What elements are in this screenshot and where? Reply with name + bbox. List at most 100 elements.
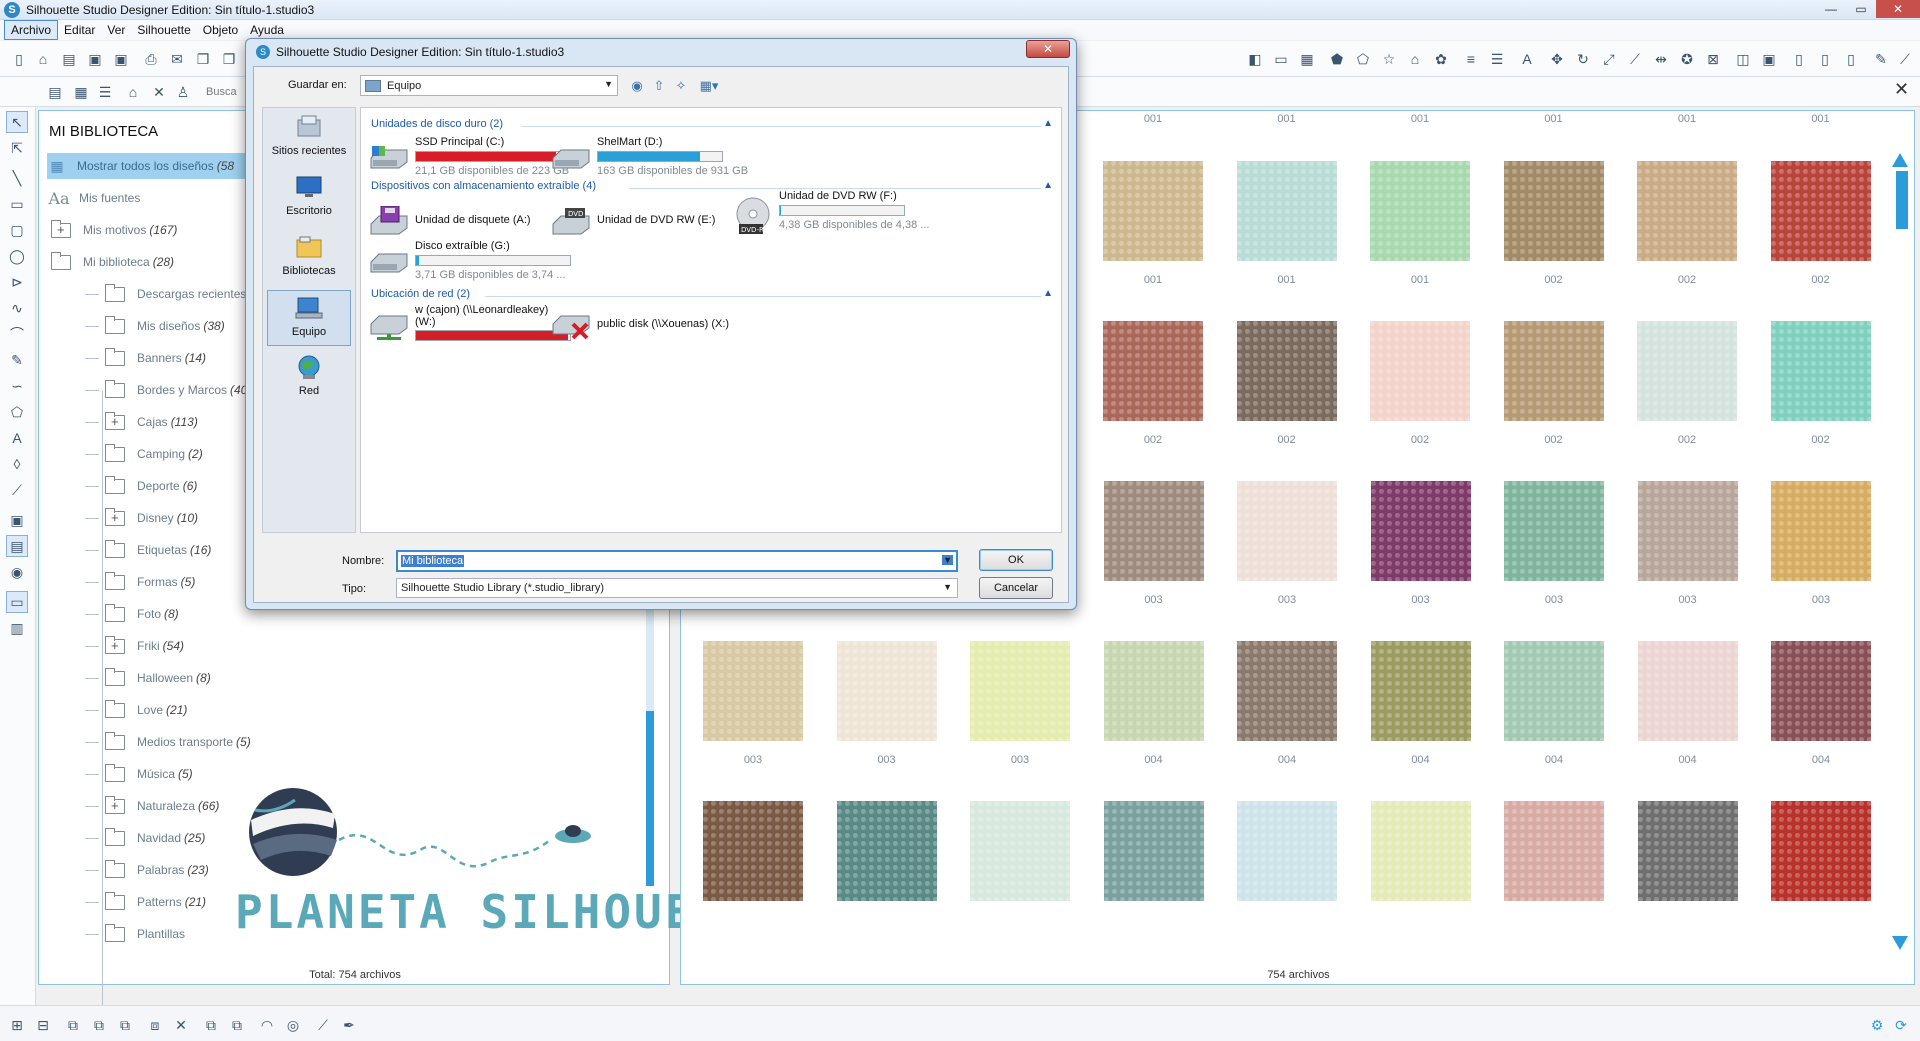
place-desktop[interactable]: Escritorio [267, 170, 351, 226]
send-icon[interactable]: ✉ [166, 48, 188, 70]
library-item[interactable]: Mi biblioteca (28) [51, 249, 174, 275]
send-back-icon[interactable]: ⧉ [226, 1014, 248, 1036]
menu-ayuda[interactable]: Ayuda [244, 21, 290, 39]
library-item[interactable]: Aa Mis fuentes [48, 185, 143, 211]
place-computer[interactable]: Equipo [267, 290, 351, 346]
line-tool-icon[interactable]: ╲ [6, 167, 28, 189]
library-item[interactable]: Naturaleza(66) [85, 793, 219, 819]
ok-button[interactable]: OK [979, 549, 1053, 571]
gear-icon[interactable]: ⚙ [1866, 1014, 1888, 1036]
open-folder-icon[interactable]: ⌂ [32, 48, 54, 70]
release-compound-icon[interactable]: ⧉ [88, 1014, 110, 1036]
design-thumbnail[interactable] [1503, 321, 1604, 421]
save-in-dropdown[interactable]: Equipo ▼ [360, 75, 618, 96]
new-folder-icon[interactable]: ⌂ [122, 81, 144, 103]
eraser-icon[interactable]: ◧ [1244, 48, 1266, 70]
send-to-silhouette-icon[interactable]: ▯ [1788, 48, 1810, 70]
design-thumbnail[interactable] [1771, 801, 1871, 901]
sketch-icon[interactable]: ✎ [1870, 48, 1892, 70]
brush-icon[interactable]: ⟋ [1894, 48, 1916, 70]
rectangle-tool-icon[interactable]: ▭ [6, 193, 28, 215]
target-icon[interactable]: ◎ [282, 1014, 304, 1036]
design-thumbnail[interactable] [1771, 481, 1871, 581]
drive-x[interactable]: public disk (\\Xouenas) (X:) [551, 304, 791, 350]
weld-icon[interactable]: ⧉ [114, 1014, 136, 1036]
design-thumbnail[interactable] [1370, 481, 1471, 581]
scroll-up-icon[interactable] [1892, 153, 1908, 167]
drive-c[interactable]: SSD Principal (C:) 21,1 GB disponibles d… [369, 136, 571, 182]
cut-settings-icon[interactable]: ▯ [1814, 48, 1836, 70]
eraser-tool-icon[interactable]: ◊ [6, 453, 28, 475]
menu-ver[interactable]: Ver [101, 21, 131, 39]
menu-silhouette[interactable]: Silhouette [131, 21, 196, 39]
design-thumbnail[interactable] [1637, 641, 1738, 741]
library-item[interactable]: Patterns (21) [85, 889, 206, 915]
new-folder-icon[interactable]: ✧ [672, 77, 690, 95]
view-list-icon[interactable]: ☰ [94, 81, 116, 103]
copy-icon[interactable]: ❐ [192, 48, 214, 70]
library-item[interactable]: Etiquetas (16) [85, 537, 211, 563]
view-menu-icon[interactable]: ▦▾ [696, 77, 722, 95]
group-header-network[interactable]: Ubicación de red (2) [371, 288, 470, 300]
pen-icon[interactable]: ✒ [338, 1014, 360, 1036]
drive-w[interactable]: w (cajon) (\\Leonardleakey) (W:) [369, 304, 571, 356]
offset-tool-icon[interactable]: ◠ [256, 1014, 278, 1036]
design-thumbnail[interactable] [1236, 321, 1337, 421]
collapse-icon[interactable]: ▲ [1043, 180, 1053, 191]
cancel-button[interactable]: Cancelar [979, 577, 1053, 599]
library-item[interactable]: Navidad (25) [85, 825, 205, 851]
subtract-icon[interactable]: ⧈ [144, 1014, 166, 1036]
smooth-tool-icon[interactable]: ∽ [6, 375, 28, 397]
grid-scrollbar-thumb[interactable] [1896, 171, 1908, 229]
gradient-icon[interactable]: ⬠ [1352, 48, 1374, 70]
back-icon[interactable]: ◉ [628, 77, 646, 95]
freehand-tool-icon[interactable]: ✎ [6, 349, 28, 371]
library-item[interactable]: Foto (8) [85, 601, 179, 627]
library-tool-icon[interactable]: ▤ [6, 535, 28, 557]
print-icon[interactable]: ⎙ [140, 48, 162, 70]
library-item[interactable]: Friki(54) [85, 633, 184, 659]
library-list-icon[interactable]: ▤ [44, 81, 66, 103]
view-large-icon[interactable]: ▦ [70, 81, 92, 103]
design-thumbnail[interactable] [1770, 161, 1871, 261]
design-thumbnail[interactable] [836, 801, 937, 901]
up-folder-icon[interactable]: ⇧ [650, 77, 668, 95]
design-thumbnail[interactable] [1237, 481, 1337, 581]
mirror-icon[interactable]: ⇹ [1650, 48, 1672, 70]
page-icon[interactable]: ▭ [1270, 48, 1292, 70]
crop-icon[interactable]: ✕ [170, 1014, 192, 1036]
design-thumbnail[interactable] [1370, 801, 1471, 901]
replicate-icon[interactable]: ☰ [1486, 48, 1508, 70]
save-as-icon[interactable]: ▣ [110, 48, 132, 70]
close-icon[interactable]: ✕ [1876, 0, 1920, 18]
scroll-down-icon[interactable] [1892, 936, 1908, 950]
store-tool-icon[interactable]: ◉ [6, 561, 28, 583]
fill-color-icon[interactable]: ⬟ [1326, 48, 1348, 70]
collapse-icon[interactable]: ▲ [1043, 288, 1053, 299]
trace-icon[interactable]: ✪ [1676, 48, 1698, 70]
file-name-input[interactable]: Mi biblioteca ▼ [396, 550, 958, 572]
save-icon[interactable]: ▣ [84, 48, 106, 70]
library-item[interactable]: Love (21) [85, 697, 187, 723]
chevron-down-icon[interactable]: ▼ [942, 555, 953, 565]
transform-icon[interactable]: ✥ [1546, 48, 1568, 70]
design-thumbnail[interactable] [1103, 641, 1204, 741]
line-draw-icon[interactable]: ⟋ [312, 1014, 334, 1036]
paste-icon[interactable]: ❐ [218, 48, 240, 70]
library-view-icon[interactable]: ▣ [1758, 48, 1780, 70]
point-edit-tool-icon[interactable]: ⇱ [6, 137, 28, 159]
collapse-icon[interactable]: ▲ [1043, 118, 1053, 129]
panel-split-icon[interactable]: ▭ [6, 591, 28, 613]
polygon-tool-icon[interactable]: ⊳ [6, 271, 28, 293]
refresh-icon[interactable]: ⟳ [1890, 1014, 1912, 1036]
design-thumbnail[interactable] [1637, 321, 1737, 421]
maximize-icon[interactable]: ▭ [1846, 0, 1876, 18]
ellipse-tool-icon[interactable]: ◯ [6, 245, 28, 267]
design-thumbnail[interactable] [1504, 641, 1604, 741]
library-item[interactable]: Plantillas [85, 921, 188, 947]
library-item[interactable]: Halloween (8) [85, 665, 211, 691]
design-thumbnail[interactable] [1771, 641, 1871, 741]
design-thumbnail[interactable] [1770, 321, 1871, 421]
offset-icon[interactable]: ⊠ [1702, 48, 1724, 70]
drive-g[interactable]: Disco extraíble (G:) 3,71 GB disponibles… [369, 240, 571, 286]
